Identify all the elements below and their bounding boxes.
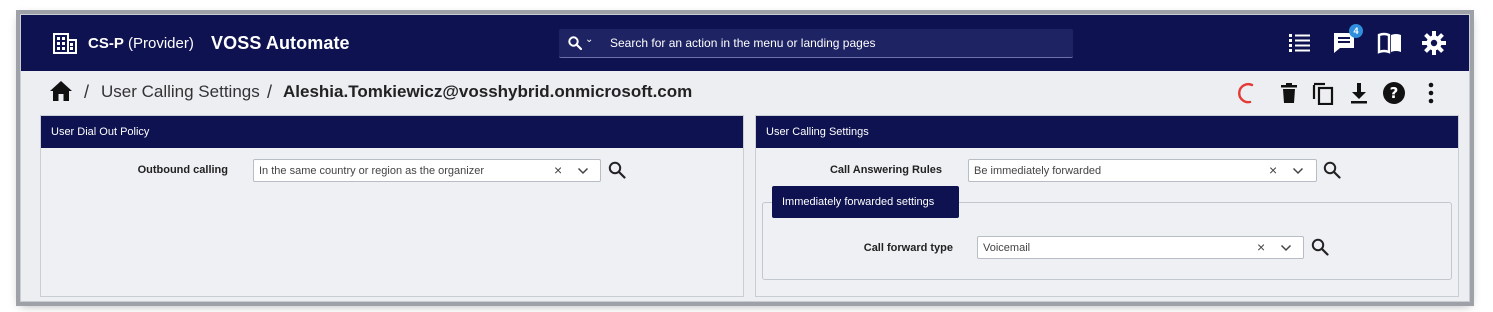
list-icon[interactable] (1287, 30, 1313, 56)
clear-icon[interactable]: × (554, 162, 562, 178)
panel-title: User Calling Settings (756, 116, 1458, 148)
help-icon[interactable]: ? (1382, 81, 1406, 105)
search-icon[interactable] (608, 161, 626, 179)
panel-title: User Dial Out Policy (41, 116, 743, 148)
home-icon[interactable] (49, 80, 73, 102)
chevron-down-icon[interactable] (1280, 242, 1292, 254)
gear-icon[interactable] (1421, 30, 1447, 56)
breadcrumb-separator: / (267, 82, 273, 102)
outbound-calling-select[interactable]: In the same country or region as the org… (253, 159, 601, 182)
app-window: CS-P (Provider) VOSS Automate ⌄ Search f… (20, 14, 1470, 302)
breadcrumb: / User Calling Settings / Aleshia.Tomkie… (21, 71, 1469, 115)
outbound-calling-label: Outbound calling (137, 164, 228, 176)
org-type: (Provider) (128, 35, 194, 52)
call-forward-type-select[interactable]: Voicemail × (977, 236, 1304, 259)
select-value: Voicemail (983, 242, 1031, 254)
more-icon[interactable] (1419, 81, 1443, 105)
org-name: CS-P (88, 35, 124, 52)
top-navbar: CS-P (Provider) VOSS Automate ⌄ Search f… (21, 15, 1469, 71)
call-forward-type-label: Call forward type (863, 242, 953, 254)
notification-badge: 4 (1349, 24, 1363, 38)
chevron-down-icon[interactable] (577, 165, 589, 177)
app-title: VOSS Automate (211, 33, 350, 53)
subgroup-title-tooltip: Immediately forwarded settings (772, 186, 959, 218)
search-icon[interactable] (1323, 161, 1341, 179)
chevron-down-icon[interactable] (1292, 165, 1304, 177)
book-icon[interactable] (1377, 30, 1403, 56)
select-value: Be immediately forwarded (974, 165, 1102, 177)
building-icon[interactable] (53, 32, 77, 54)
user-dial-out-policy-panel: User Dial Out Policy Outbound calling In… (40, 115, 744, 297)
org-selector[interactable]: CS-P (Provider) (88, 35, 194, 52)
search-scope-chevron-icon[interactable]: ⌄ (585, 34, 593, 45)
delete-icon[interactable] (1277, 81, 1301, 105)
breadcrumb-separator: / (84, 82, 90, 102)
download-icon[interactable] (1347, 81, 1371, 105)
copy-icon[interactable] (1311, 81, 1335, 105)
select-value: In the same country or region as the org… (259, 165, 485, 177)
loading-icon (1238, 83, 1254, 104)
breadcrumb-page-link[interactable]: User Calling Settings (101, 82, 260, 102)
call-answering-rules-label: Call Answering Rules (829, 164, 942, 176)
search-placeholder[interactable]: Search for an action in the menu or land… (610, 36, 876, 50)
breadcrumb-current: Aleshia.Tomkiewicz@vosshybrid.onmicrosof… (283, 82, 693, 101)
call-answering-rules-select[interactable]: Be immediately forwarded × (968, 159, 1317, 182)
svg-text:?: ? (1390, 84, 1399, 102)
search-icon[interactable] (568, 36, 582, 50)
clear-icon[interactable]: × (1269, 162, 1277, 178)
global-search[interactable]: ⌄ Search for an action in the menu or la… (559, 29, 1073, 58)
search-icon[interactable] (1311, 238, 1329, 256)
clear-icon[interactable]: × (1257, 239, 1265, 255)
user-calling-settings-panel: User Calling Settings Call Answering Rul… (755, 115, 1459, 297)
